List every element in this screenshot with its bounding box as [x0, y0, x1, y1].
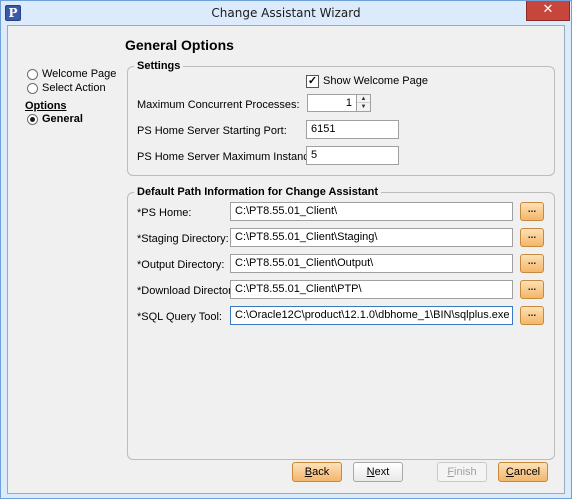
ps-home-browse-button[interactable]: ... — [520, 202, 544, 221]
cancel-button[interactable]: Cancel — [498, 462, 548, 482]
max-processes-stepper[interactable]: 1 ▲ ▼ — [307, 94, 371, 112]
next-button[interactable]: Next — [353, 462, 403, 482]
nav-radio-general[interactable] — [27, 114, 38, 125]
max-instances-label: PS Home Server Maximum Instances: — [137, 151, 324, 163]
nav-item-select-action[interactable]: Select Action — [42, 82, 106, 94]
title-bar[interactable]: P Change Assistant Wizard — [1, 1, 571, 25]
show-welcome-label: Show Welcome Page — [323, 75, 428, 87]
output-directory-label: *Output Directory: — [137, 259, 225, 271]
finish-button[interactable]: Finish — [437, 462, 487, 482]
staging-directory-input[interactable]: C:\PT8.55.01_Client\Staging\ — [230, 228, 513, 247]
start-port-label: PS Home Server Starting Port: — [137, 125, 287, 137]
sql-query-tool-label: *SQL Query Tool: — [137, 311, 222, 323]
show-welcome-checkbox[interactable]: ✓ — [306, 75, 319, 88]
sql-query-tool-input[interactable]: C:\Oracle12C\product\12.1.0\dbhome_1\BIN… — [230, 306, 513, 325]
close-button[interactable]: ✕ — [526, 1, 570, 21]
max-processes-value: 1 — [345, 97, 352, 109]
staging-directory-label: *Staging Directory: — [137, 233, 229, 245]
nav-item-welcome-page[interactable]: Welcome Page — [42, 68, 116, 80]
back-button[interactable]: Back — [292, 462, 342, 482]
default-paths-group-title: Default Path Information for Change Assi… — [134, 186, 382, 198]
nav-radio-select-action[interactable] — [27, 83, 38, 94]
download-directory-browse-button[interactable]: ... — [520, 280, 544, 299]
wizard-window: P Change Assistant Wizard ✕ General Opti… — [0, 0, 572, 499]
output-directory-input[interactable]: C:\PT8.55.01_Client\Output\ — [230, 254, 513, 273]
output-directory-browse-button[interactable]: ... — [520, 254, 544, 273]
nav-radio-welcome-page[interactable] — [27, 69, 38, 80]
start-port-input[interactable]: 6151 — [306, 120, 399, 139]
ps-home-input[interactable]: C:\PT8.55.01_Client\ — [230, 202, 513, 221]
settings-group-title: Settings — [134, 60, 184, 72]
window-title: Change Assistant Wizard — [211, 6, 361, 20]
ps-home-label: *PS Home: — [137, 207, 192, 219]
nav-section-options: Options — [25, 100, 67, 112]
nav-item-general[interactable]: General — [42, 113, 83, 125]
download-directory-label: *Download Directory: — [137, 285, 241, 297]
stepper-up-arrow-icon[interactable]: ▲ — [357, 95, 370, 103]
download-directory-input[interactable]: C:\PT8.55.01_Client\PTP\ — [230, 280, 513, 299]
max-processes-label: Maximum Concurrent Processes: — [137, 99, 300, 111]
stepper-buttons: ▲ ▼ — [356, 95, 370, 111]
settings-group: Settings ✓ Show Welcome Page Maximum Con… — [127, 60, 555, 176]
page-title: General Options — [125, 37, 234, 53]
stepper-down-arrow-icon[interactable]: ▼ — [357, 103, 370, 111]
default-paths-group: Default Path Information for Change Assi… — [127, 186, 555, 460]
max-instances-input[interactable]: 5 — [306, 146, 399, 165]
staging-directory-browse-button[interactable]: ... — [520, 228, 544, 247]
wizard-client-area: General Options Welcome Page Select Acti… — [7, 25, 565, 494]
sql-query-tool-browse-button[interactable]: ... — [520, 306, 544, 325]
